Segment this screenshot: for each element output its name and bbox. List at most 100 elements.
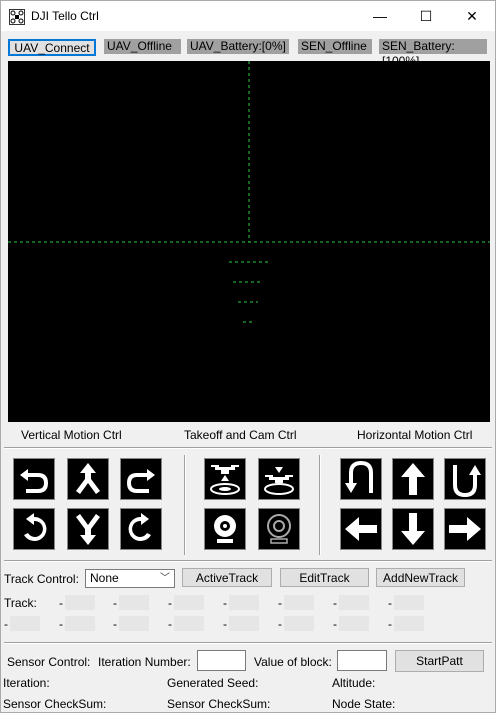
rotate-right-icon <box>128 513 151 541</box>
vertical-motion-label: Vertical Motion Ctrl <box>21 428 122 442</box>
turn-back-right-button[interactable] <box>444 458 486 500</box>
track-cell <box>339 595 369 610</box>
sensor-control-label: Sensor Control: <box>7 655 91 669</box>
edit-track-button[interactable]: EditTrack <box>280 568 369 587</box>
track-select[interactable]: None ﹀ <box>85 569 175 588</box>
uav-battery-badge: UAV_Battery:[0%] <box>187 39 289 54</box>
merge-up-icon <box>76 463 100 494</box>
app-window: DJI Tello Ctrl — ☐ ✕ UAV_Connect UAV_Off… <box>0 0 496 713</box>
rotate-left-icon <box>24 513 47 541</box>
takeoff-button[interactable] <box>204 458 246 500</box>
backward-button[interactable] <box>392 508 434 550</box>
rotate-ccw-up-button[interactable] <box>13 458 55 500</box>
track-value: - <box>278 596 282 610</box>
track-cell <box>10 616 40 631</box>
iteration-number-input[interactable] <box>197 650 246 671</box>
track-select-value: None <box>90 571 119 585</box>
track-value: - <box>223 617 227 631</box>
track-cell <box>339 616 369 631</box>
u-turn-up-right-icon <box>453 465 481 497</box>
window-title: DJI Tello Ctrl <box>31 9 99 23</box>
arrow-up-icon <box>401 463 425 495</box>
rotate-ccw-button[interactable] <box>13 508 55 550</box>
track-cell <box>119 616 149 631</box>
altitude-label: Altitude: <box>332 676 376 690</box>
track-cell <box>394 595 424 610</box>
arrow-down-icon <box>401 513 425 545</box>
track-cell <box>119 595 149 610</box>
webcam-icon <box>214 515 236 543</box>
rotate-cw-button[interactable] <box>120 508 162 550</box>
right-button[interactable] <box>444 508 486 550</box>
track-value: - <box>333 596 337 610</box>
status-row: UAV_Connect UAV_Offline UAV_Battery:[0%]… <box>1 39 495 68</box>
arrow-right-icon <box>449 517 481 541</box>
track-cell <box>229 616 259 631</box>
track-value: - <box>278 617 282 631</box>
divider <box>4 447 492 449</box>
track-row2-label: - <box>4 617 8 631</box>
add-new-track-button[interactable]: AddNewTrack <box>376 568 465 587</box>
track-cell <box>284 595 314 610</box>
track-value: - <box>388 617 392 631</box>
track-cell <box>284 616 314 631</box>
iteration-status: Iteration: <box>3 676 50 690</box>
divider <box>184 455 186 555</box>
ascend-button[interactable] <box>67 458 109 500</box>
close-button[interactable]: ✕ <box>449 1 495 31</box>
u-turn-down-left-icon <box>345 461 373 493</box>
track-cell <box>65 595 95 610</box>
iteration-number-label: Iteration Number: <box>98 655 191 669</box>
left-button[interactable] <box>340 508 382 550</box>
minimize-icon: — <box>373 8 387 24</box>
split-down-icon <box>76 514 100 545</box>
video-feed <box>8 61 490 422</box>
horizontal-motion-label: Horizontal Motion Ctrl <box>357 428 473 442</box>
rotate-cw-up-button[interactable] <box>120 458 162 500</box>
track-value: - <box>59 596 63 610</box>
section-labels: Vertical Motion Ctrl Takeoff and Cam Ctr… <box>1 428 495 442</box>
turn-back-left-button[interactable] <box>340 458 382 500</box>
arrow-left-icon <box>345 517 377 541</box>
title-bar: DJI Tello Ctrl — ☐ ✕ <box>1 1 495 31</box>
u-turn-left-icon <box>20 469 48 493</box>
track-label: Track: <box>4 596 37 610</box>
start-pattern-button[interactable]: StartPatt <box>395 650 484 672</box>
track-cell <box>174 595 204 610</box>
track-cell <box>394 616 424 631</box>
active-track-button[interactable]: ActiveTrack <box>182 568 272 587</box>
forward-button[interactable] <box>392 458 434 500</box>
track-control-label: Track Control: <box>4 572 79 586</box>
crosshair-overlay <box>8 61 490 323</box>
track-cell <box>65 616 95 631</box>
u-turn-right-icon <box>127 469 155 493</box>
track-cell <box>229 595 259 610</box>
track-value: - <box>113 617 117 631</box>
maximize-icon: ☐ <box>419 7 433 24</box>
minimize-button[interactable]: — <box>357 1 403 31</box>
uav-status-badge: UAV_Offline <box>104 39 181 54</box>
track-value: - <box>168 617 172 631</box>
divider <box>319 455 321 555</box>
block-value-label: Value of block: <box>254 655 332 669</box>
webcam-off-icon <box>267 514 291 544</box>
sen-battery-badge: SEN_Battery:[100%] <box>379 39 487 68</box>
maximize-button[interactable]: ☐ <box>403 1 449 31</box>
drone-land-icon <box>264 467 294 495</box>
track-value: - <box>333 617 337 631</box>
track-value: - <box>113 596 117 610</box>
camera-on-button[interactable] <box>204 508 246 550</box>
track-value: - <box>59 617 63 631</box>
divider <box>4 560 492 562</box>
track-cell <box>174 616 204 631</box>
descend-button[interactable] <box>67 508 109 550</box>
sensor-checksum-label: Sensor CheckSum: <box>3 697 107 711</box>
sen-status-badge: SEN_Offline <box>298 39 372 54</box>
divider <box>4 642 492 644</box>
takeoff-cam-label: Takeoff and Cam Ctrl <box>184 428 297 442</box>
uav-connect-button[interactable]: UAV_Connect <box>8 39 96 56</box>
block-value-input[interactable] <box>337 650 387 671</box>
drone-app-icon <box>9 9 25 25</box>
land-button[interactable] <box>258 458 300 500</box>
camera-off-button[interactable] <box>258 508 300 550</box>
